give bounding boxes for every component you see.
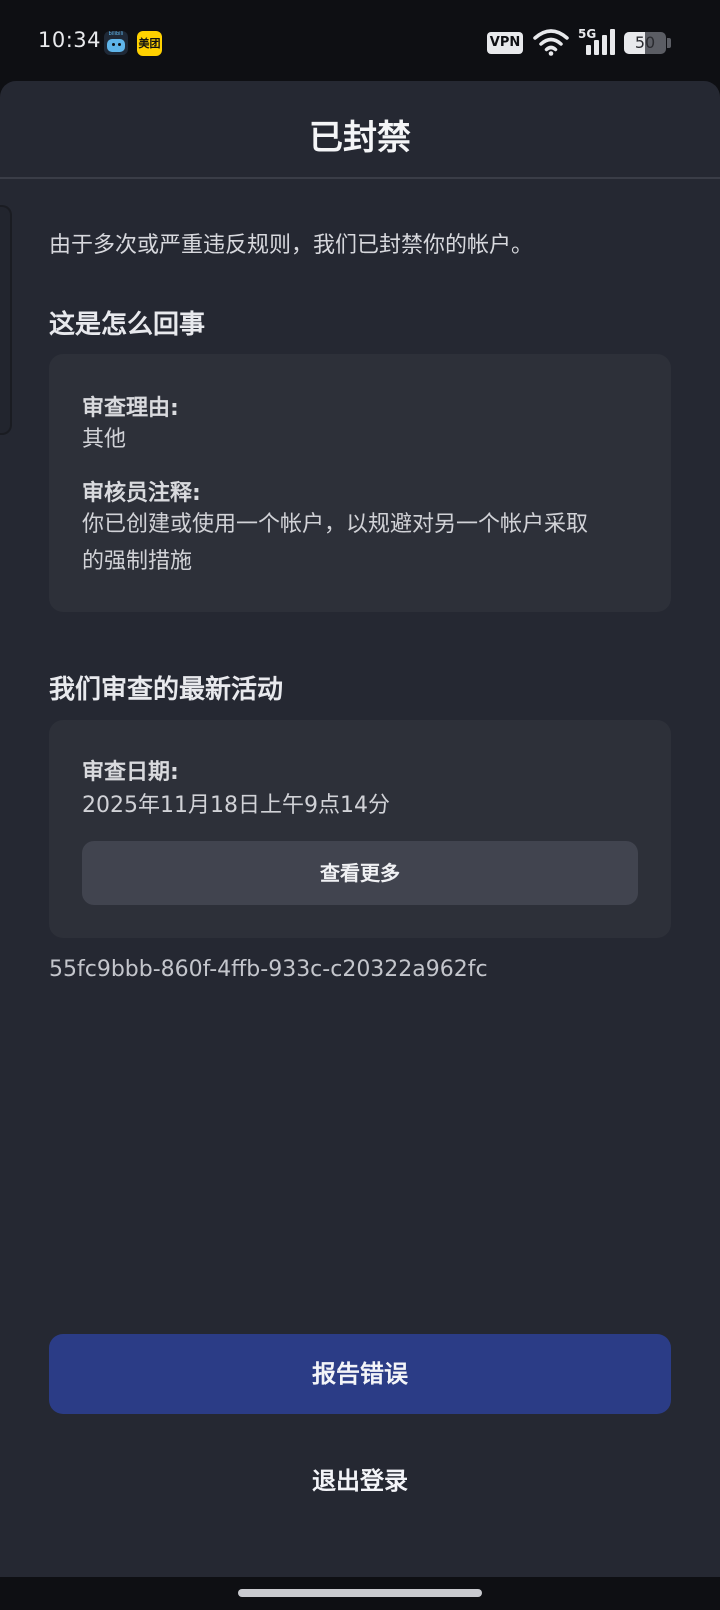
meituan-app-icon: 美团 [137, 31, 162, 56]
logout-button[interactable]: 退出登录 [0, 1461, 720, 1496]
what-happened-heading: 这是怎么回事 [49, 310, 206, 340]
review-reason-value: 其他 [82, 427, 127, 452]
bilibili-app-icon: bilibili [104, 31, 128, 55]
latest-activity-heading: 我们审查的最新活动 [49, 675, 284, 705]
moderator-note-line-2: 的强制措施 [82, 549, 193, 574]
status-bar: 10:34 bilibili 美团 VPN 5G 50 [0, 0, 720, 80]
page-title: 已封禁 [309, 118, 411, 158]
review-date-value: 2025年11月18日上午9点14分 [82, 793, 390, 818]
battery-tip [667, 38, 671, 48]
network-type-label: 5G [578, 27, 596, 41]
latest-activity-card: 审查日期: 2025年11月18日上午9点14分 查看更多 [49, 720, 671, 938]
vpn-icon: VPN [487, 32, 523, 54]
bilibili-wordmark: bilibili [108, 31, 124, 37]
ban-explanation: 由于多次或严重违反规则，我们已封禁你的帐户。 [49, 233, 534, 258]
5g-signal-icon: 5G [578, 27, 615, 55]
battery-level: 50 [634, 33, 656, 52]
review-reason-card: 审查理由: 其他 审核员注释: 你已创建或使用一个帐户，以规避对另一个帐户采取 … [49, 354, 671, 612]
title-divider [0, 177, 720, 179]
banned-sheet: 已封禁 由于多次或严重违反规则，我们已封禁你的帐户。 这是怎么回事 审查理由: … [0, 81, 720, 1577]
background-card-edge [0, 205, 12, 435]
home-indicator[interactable] [238, 1589, 482, 1597]
wifi-icon [533, 29, 569, 56]
see-more-button[interactable]: 查看更多 [82, 841, 638, 905]
review-reason-label: 审查理由: [82, 396, 179, 421]
report-error-button[interactable]: 报告错误 [49, 1334, 671, 1414]
battery-icon: 50 [624, 32, 666, 54]
moderator-note-line-1: 你已创建或使用一个帐户，以规避对另一个帐户采取 [82, 512, 589, 537]
moderator-note-label: 审核员注释: [82, 481, 201, 506]
review-date-label: 审查日期: [82, 760, 179, 785]
status-time: 10:34 [38, 28, 102, 52]
reference-id: 55fc9bbb-860f-4ffb-933c-c20322a962fc [49, 957, 488, 982]
